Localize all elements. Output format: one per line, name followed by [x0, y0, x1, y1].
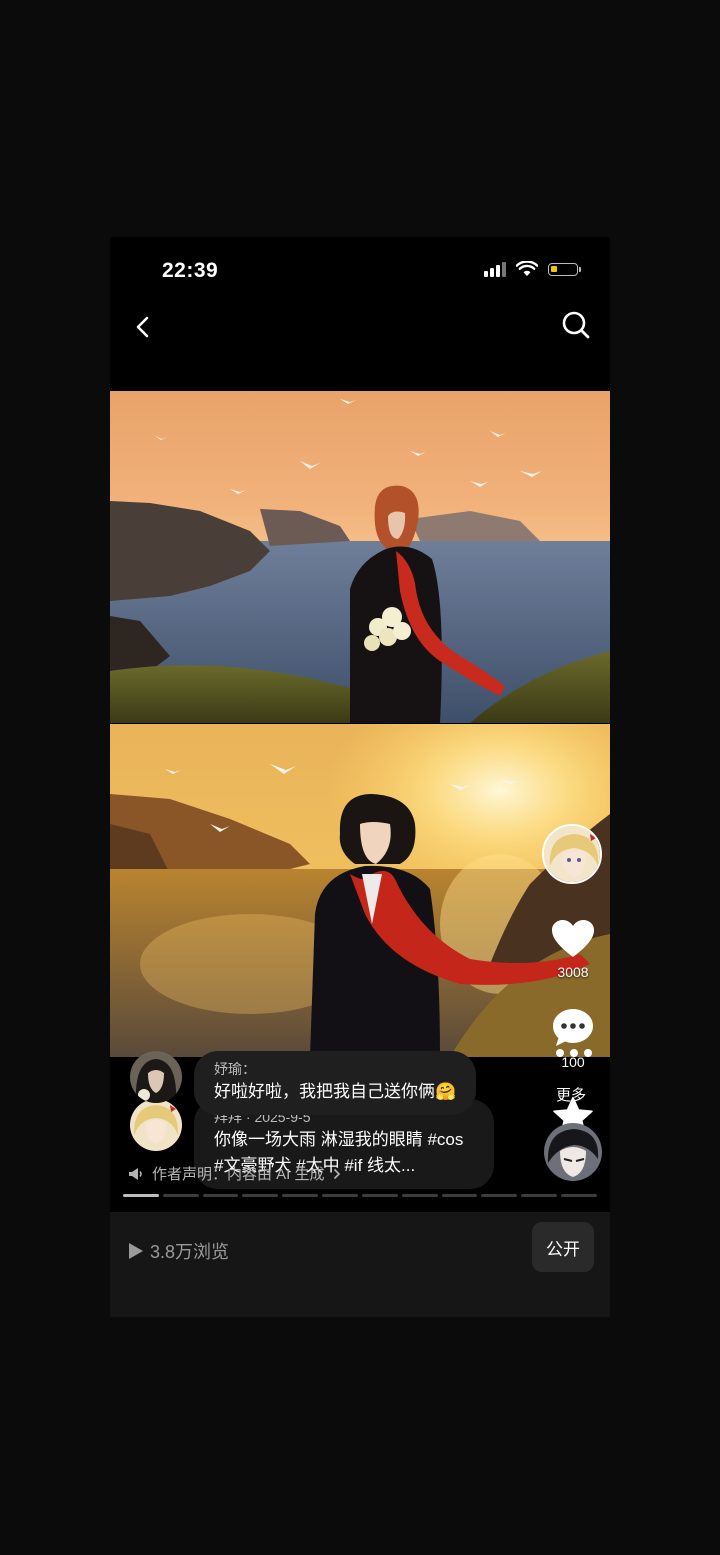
search-icon[interactable] [558, 307, 594, 343]
like-count: 3008 [557, 964, 589, 980]
carousel-progress [123, 1194, 597, 1197]
comment-bubble-icon [553, 1009, 593, 1046]
more-dots-icon[interactable] [554, 1047, 594, 1059]
view-count: 3.8万浏览 [128, 1238, 229, 1264]
ai-disclaimer-text: 作者声明：内容由 AI 生成 [152, 1166, 325, 1183]
status-icons [484, 261, 581, 277]
progress-segment [481, 1194, 518, 1197]
chevron-left-icon[interactable] [126, 309, 162, 345]
play-icon [129, 1243, 143, 1259]
commenter-avatar[interactable] [130, 1051, 182, 1103]
progress-segment [242, 1194, 279, 1197]
progress-segment [282, 1194, 319, 1197]
post-image-top [110, 391, 610, 723]
cellular-signal-icon [484, 261, 506, 277]
progress-segment [401, 1194, 438, 1197]
like-button[interactable]: 3008 [548, 919, 598, 980]
commenter-name: 妤瑜： [214, 1061, 256, 1077]
status-time: 22:39 [162, 259, 219, 282]
comment-text: 好啦好啦，我把我自己送你俩🤗 [214, 1082, 457, 1101]
top-comment[interactable]: 妤瑜： 好啦好啦，我把我自己送你俩🤗 [130, 1051, 477, 1115]
author-avatar[interactable] [542, 824, 602, 884]
post-image-bottom [110, 724, 610, 1057]
progress-segment [322, 1194, 358, 1197]
comment-bubble: 妤瑜： 好啦好啦，我把我自己送你俩🤗 [194, 1051, 477, 1115]
progress-segment [361, 1194, 398, 1197]
phone-screen: 22:39 3008 100 拜拜 · 2025-9-5 你像一场大雨 淋湿我的… [110, 237, 610, 1317]
chevron-right-icon [333, 1168, 340, 1179]
progress-segment [521, 1194, 558, 1197]
comment-button[interactable]: 100 [548, 1007, 598, 1070]
post-image-carousel[interactable]: 3008 100 309 [110, 391, 610, 1189]
bottom-bar: 3.8万浏览 公开 [110, 1212, 610, 1317]
wifi-icon [516, 261, 538, 276]
battery-icon [548, 262, 581, 276]
progress-segment [561, 1194, 597, 1197]
progress-segment [202, 1194, 239, 1197]
status-bar: 22:39 [110, 237, 610, 303]
progress-segment [123, 1194, 159, 1197]
ai-disclaimer[interactable]: 作者声明：内容由 AI 生成 [128, 1163, 341, 1184]
progress-segment [441, 1194, 478, 1197]
more-label[interactable]: 更多 [556, 1084, 586, 1105]
view-count-text: 3.8万浏览 [150, 1242, 230, 1262]
public-button[interactable]: 公开 [532, 1222, 594, 1272]
user-avatar-floating[interactable] [544, 1123, 602, 1181]
top-nav [110, 303, 610, 363]
heart-icon [552, 920, 594, 957]
megaphone-icon [129, 1167, 142, 1180]
progress-segment [162, 1194, 199, 1197]
